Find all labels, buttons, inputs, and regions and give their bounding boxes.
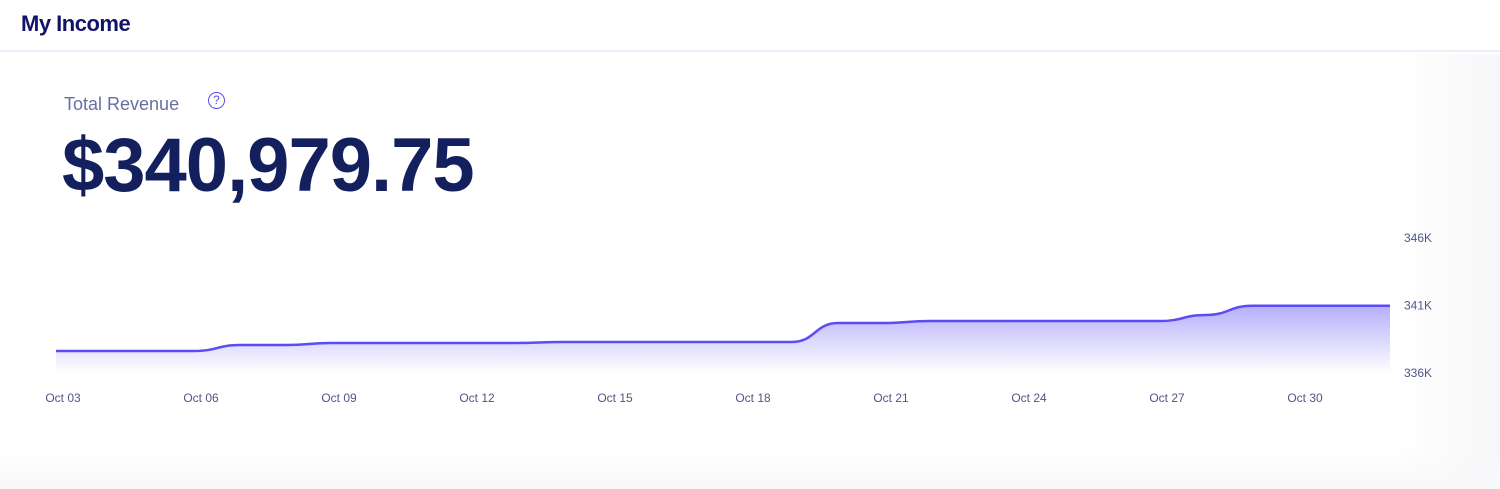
y-tick-label: 341K — [1404, 299, 1432, 313]
x-tick-label: Oct 03 — [45, 391, 81, 405]
x-tick-label: Oct 21 — [873, 391, 909, 405]
x-tick-label: Oct 15 — [597, 391, 633, 405]
x-tick-label: Oct 09 — [321, 391, 357, 405]
x-tick-label: Oct 24 — [1011, 391, 1047, 405]
y-tick-label: 336K — [1404, 366, 1432, 380]
x-tick-label: Oct 12 — [459, 391, 495, 405]
x-tick-label: Oct 27 — [1149, 391, 1185, 405]
revenue-chart: Oct 03 Oct 06 Oct 09 Oct 12 Oct 15 Oct 18 Oct … — [45, 231, 1432, 405]
x-tick-label: Oct 18 — [735, 391, 771, 405]
y-tick-label: 346K — [1404, 231, 1432, 245]
x-tick-label: Oct 06 — [183, 391, 219, 405]
x-tick-label: Oct 30 — [1287, 391, 1323, 405]
